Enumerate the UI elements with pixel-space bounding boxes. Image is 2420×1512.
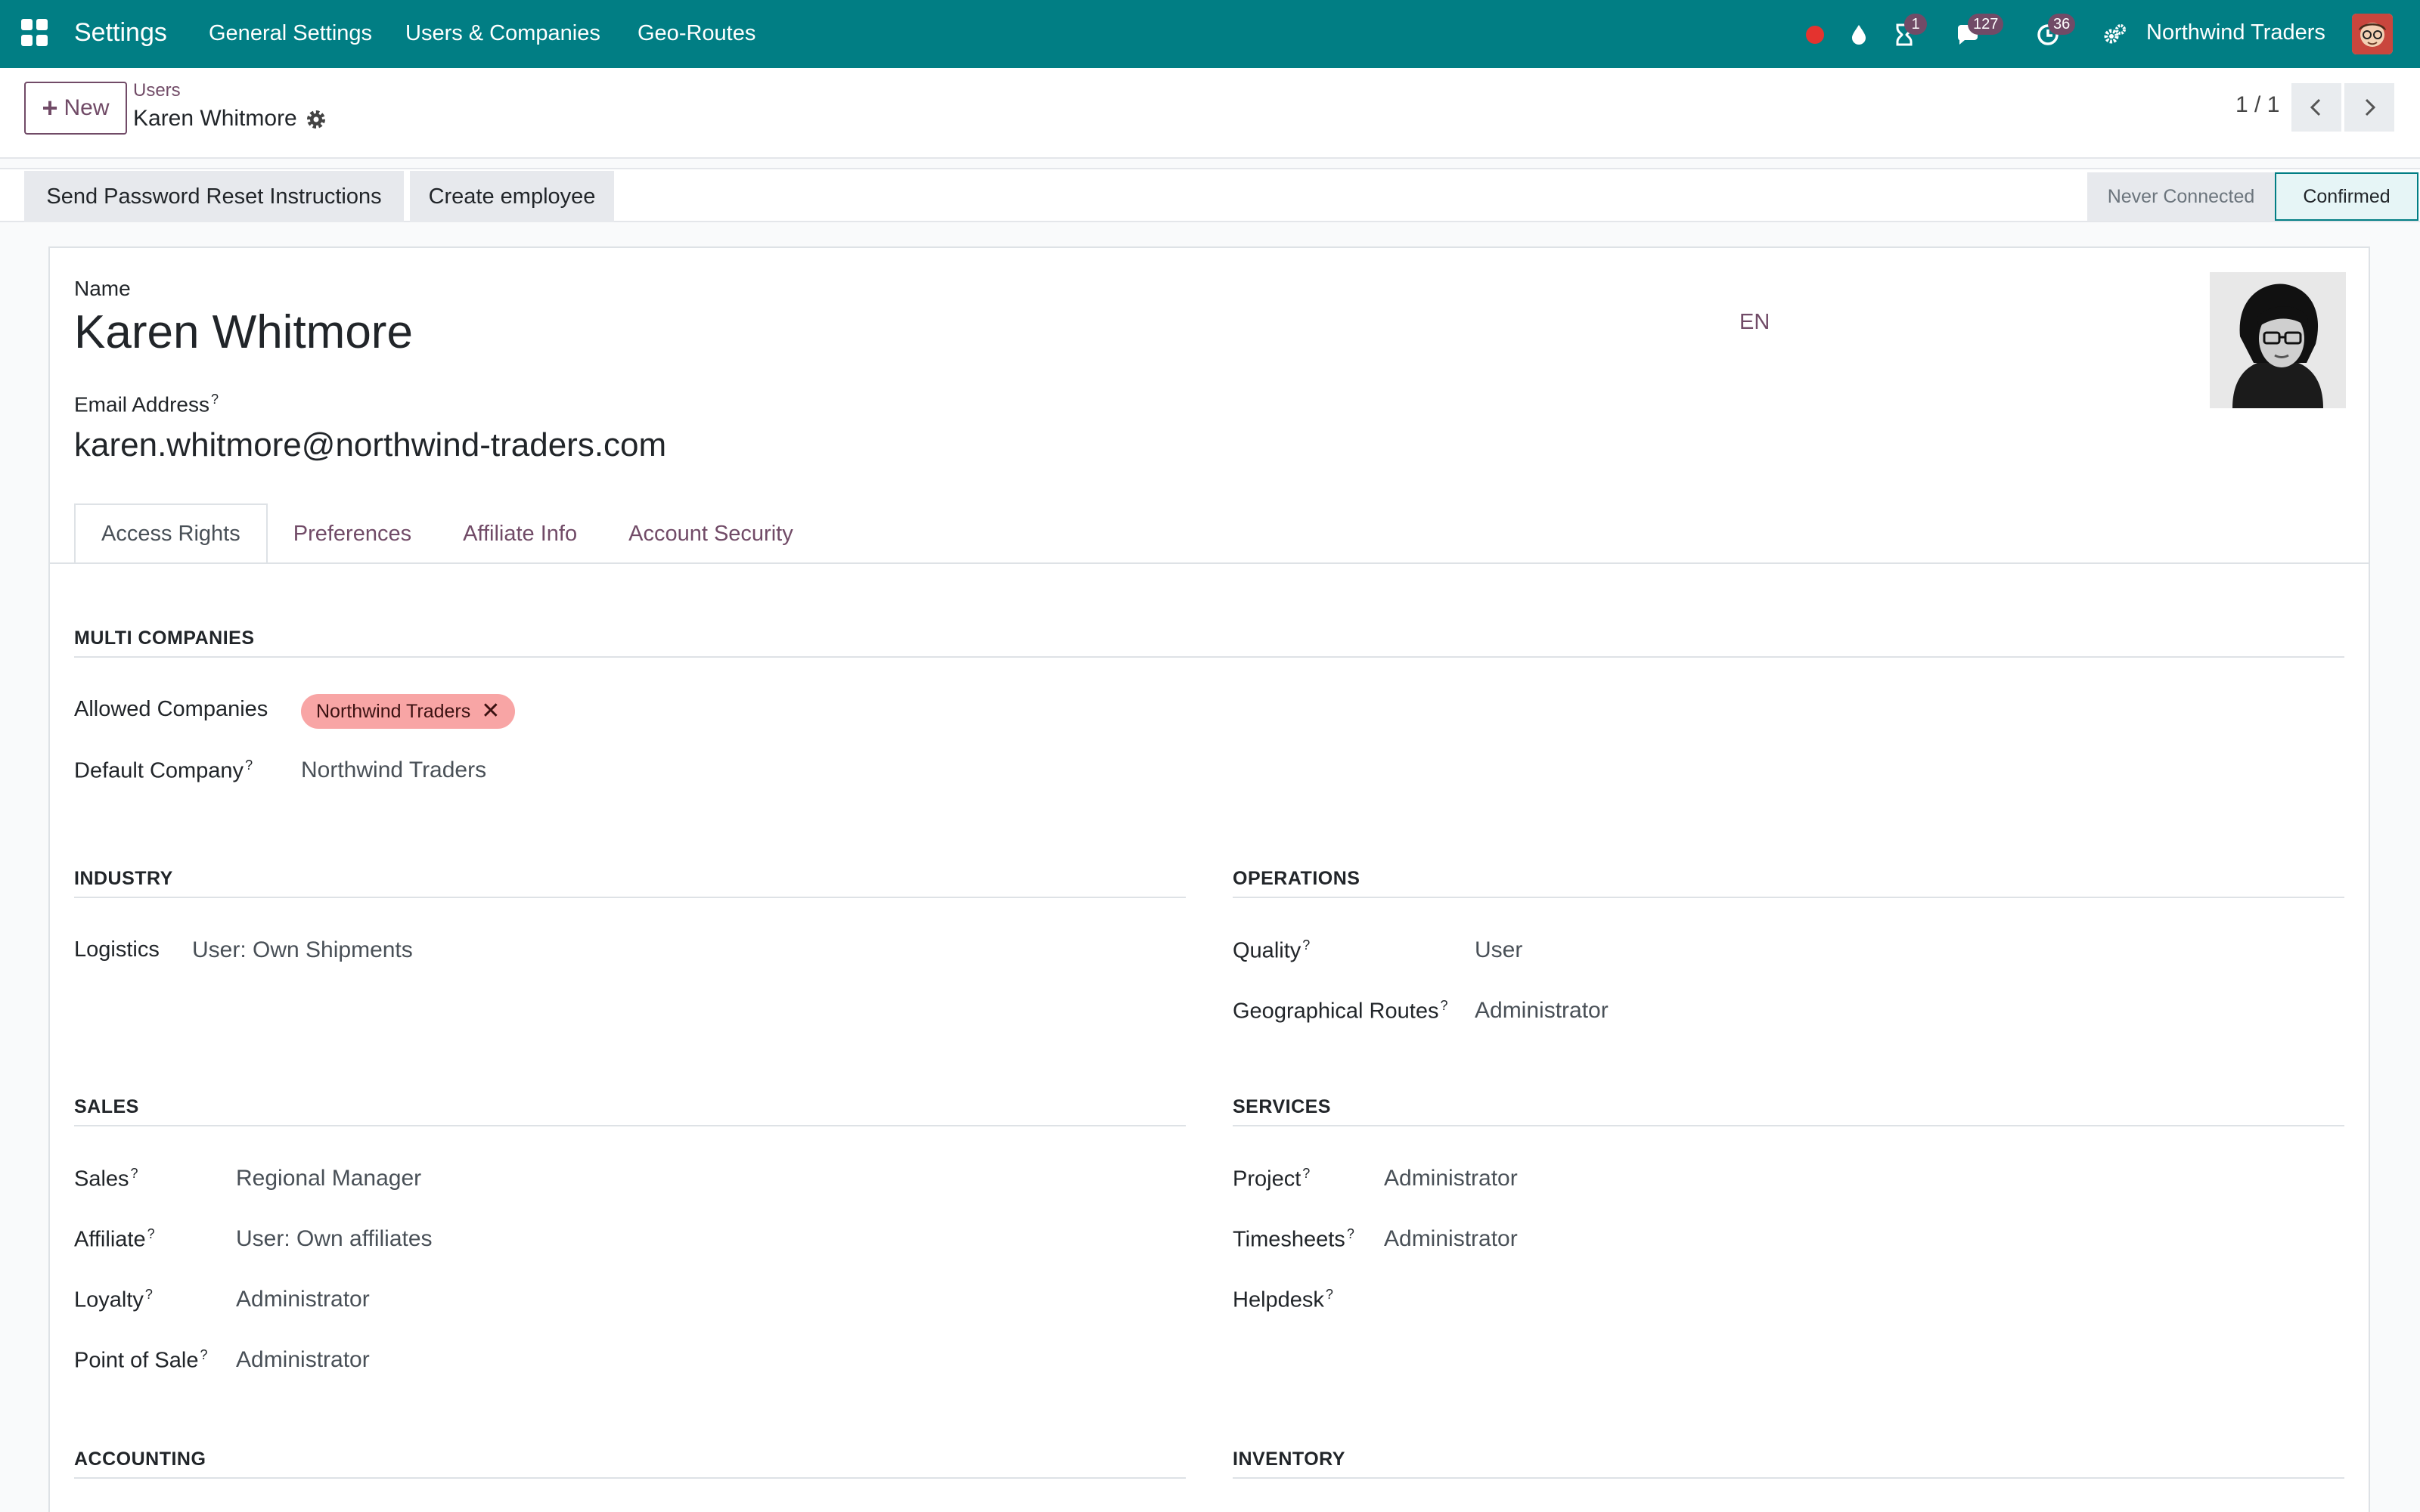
app-title[interactable]: Settings bbox=[74, 18, 167, 48]
section-divider bbox=[1233, 1477, 2344, 1479]
help-tooltip[interactable]: ? bbox=[145, 1287, 153, 1302]
tab-access-rights[interactable]: Access Rights bbox=[74, 503, 268, 564]
logistics-field[interactable]: User: Own Shipments bbox=[192, 937, 413, 963]
gears-icon[interactable] bbox=[2098, 18, 2131, 51]
recording-dot-icon[interactable] bbox=[1798, 18, 1832, 51]
stage-confirmed[interactable]: Confirmed bbox=[2275, 172, 2418, 221]
section-title-accounting: ACCOUNTING bbox=[74, 1448, 206, 1470]
apps-grid-icon[interactable] bbox=[21, 19, 48, 46]
email-label: Email Address? bbox=[74, 392, 219, 417]
tag-label: Northwind Traders bbox=[316, 700, 471, 722]
user-photo[interactable] bbox=[2210, 272, 2346, 408]
allowed-company-tag[interactable]: Northwind Traders ✕ bbox=[301, 694, 516, 729]
timesheets-label: Timesheets? bbox=[1233, 1226, 1354, 1252]
chevron-left-icon bbox=[2310, 98, 2321, 116]
pager-previous-button[interactable] bbox=[2291, 83, 2341, 132]
section-title-multi-companies: MULTI COMPANIES bbox=[74, 627, 255, 649]
geographical-routes-field[interactable]: Administrator bbox=[1475, 998, 1609, 1024]
section-divider bbox=[74, 1125, 1186, 1126]
section-divider bbox=[1233, 1125, 2344, 1126]
new-button-label: New bbox=[64, 95, 110, 120]
hourglass-icon[interactable]: 1 bbox=[1888, 14, 1927, 51]
help-tooltip[interactable]: ? bbox=[211, 392, 219, 407]
drop-icon[interactable] bbox=[1842, 18, 1876, 51]
menu-users-companies[interactable]: Users & Companies bbox=[405, 21, 600, 46]
top-navbar: Settings General Settings Users & Compan… bbox=[0, 0, 2420, 68]
menu-geo-routes[interactable]: Geo-Routes bbox=[638, 21, 755, 46]
quality-field[interactable]: User bbox=[1475, 937, 1522, 963]
gear-icon[interactable] bbox=[304, 107, 328, 132]
section-title-operations: OPERATIONS bbox=[1233, 868, 1360, 889]
language-button[interactable]: EN bbox=[1739, 310, 1770, 335]
affiliate-label: Affiliate? bbox=[74, 1226, 155, 1252]
help-tooltip[interactable]: ? bbox=[131, 1166, 138, 1181]
quality-label: Quality? bbox=[1233, 937, 1311, 963]
pager-next-button[interactable] bbox=[2344, 83, 2394, 132]
geographical-routes-label: Geographical Routes? bbox=[1233, 998, 1448, 1024]
help-tooltip[interactable]: ? bbox=[1440, 998, 1447, 1013]
section-divider bbox=[74, 897, 1186, 898]
send-password-reset-button[interactable]: Send Password Reset Instructions bbox=[24, 171, 404, 222]
name-field[interactable]: Karen Whitmore bbox=[74, 305, 413, 359]
pager-value[interactable]: 1 / 1 bbox=[2235, 92, 2279, 118]
affiliate-field[interactable]: User: Own affiliates bbox=[236, 1226, 433, 1252]
form-sheet: Name Karen Whitmore Email Address? karen… bbox=[48, 246, 2370, 1512]
help-tooltip[interactable]: ? bbox=[1347, 1226, 1354, 1241]
timesheets-field[interactable]: Administrator bbox=[1384, 1226, 1518, 1252]
section-title-sales: SALES bbox=[74, 1096, 139, 1117]
activity-badge: 36 bbox=[2048, 14, 2076, 35]
project-field[interactable]: Administrator bbox=[1384, 1166, 1518, 1191]
loyalty-label: Loyalty? bbox=[74, 1287, 153, 1312]
point-of-sale-field[interactable]: Administrator bbox=[236, 1347, 370, 1373]
help-tooltip[interactable]: ? bbox=[147, 1226, 155, 1241]
loyalty-field[interactable]: Administrator bbox=[236, 1287, 370, 1312]
sales-field[interactable]: Regional Manager bbox=[236, 1166, 421, 1191]
logistics-label: Logistics bbox=[74, 937, 160, 962]
help-tooltip[interactable]: ? bbox=[1302, 1166, 1310, 1181]
menu-general-settings[interactable]: General Settings bbox=[209, 21, 372, 46]
help-tooltip[interactable]: ? bbox=[200, 1347, 207, 1362]
default-company-field[interactable]: Northwind Traders bbox=[301, 758, 486, 783]
help-tooltip[interactable]: ? bbox=[1326, 1287, 1333, 1302]
chat-badge: 127 bbox=[1968, 14, 2004, 35]
notebook-tabs: Access Rights Preferences Affiliate Info… bbox=[74, 503, 819, 564]
section-title-industry: INDUSTRY bbox=[74, 868, 173, 889]
user-avatar[interactable] bbox=[2352, 14, 2393, 54]
tab-divider bbox=[50, 562, 2369, 564]
section-title-inventory: INVENTORY bbox=[1233, 1448, 1345, 1470]
company-switcher[interactable]: Northwind Traders bbox=[2146, 20, 2325, 45]
project-label: Project? bbox=[1233, 1166, 1311, 1191]
plus-icon: + bbox=[42, 92, 58, 123]
helpdesk-label: Helpdesk? bbox=[1233, 1287, 1333, 1312]
activity-clock-icon[interactable]: 36 bbox=[2031, 14, 2076, 51]
section-title-services: SERVICES bbox=[1233, 1096, 1331, 1117]
new-button[interactable]: + New bbox=[24, 82, 127, 135]
stage-never-connected[interactable]: Never Connected bbox=[2087, 172, 2275, 221]
section-divider bbox=[74, 656, 2344, 658]
hourglass-badge: 1 bbox=[1904, 14, 1927, 35]
form-statusbar: Send Password Reset Instructions Create … bbox=[0, 168, 2420, 222]
allowed-companies-label: Allowed Companies bbox=[74, 697, 268, 721]
tab-preferences[interactable]: Preferences bbox=[268, 503, 437, 564]
tab-affiliate-info[interactable]: Affiliate Info bbox=[437, 503, 603, 564]
breadcrumb-users[interactable]: Users bbox=[133, 80, 181, 101]
section-divider bbox=[1233, 897, 2344, 898]
helpdesk-field[interactable] bbox=[1384, 1287, 1611, 1317]
section-divider bbox=[74, 1477, 1186, 1479]
breadcrumb-current-record: Karen Whitmore bbox=[133, 106, 297, 131]
create-employee-button[interactable]: Create employee bbox=[410, 171, 614, 222]
point-of-sale-label: Point of Sale? bbox=[74, 1347, 208, 1373]
help-tooltip[interactable]: ? bbox=[1302, 937, 1310, 953]
control-panel: + New Users Karen Whitmore 1 / 1 bbox=[0, 68, 2420, 159]
default-company-label: Default Company? bbox=[74, 758, 253, 783]
email-field[interactable]: karen.whitmore@northwind-traders.com bbox=[74, 426, 666, 464]
sales-label: Sales? bbox=[74, 1166, 138, 1191]
remove-tag-icon[interactable]: ✕ bbox=[481, 700, 500, 723]
help-tooltip[interactable]: ? bbox=[245, 758, 253, 773]
chevron-right-icon bbox=[2365, 98, 2376, 116]
chat-icon[interactable]: 127 bbox=[1951, 14, 2004, 51]
tab-account-security[interactable]: Account Security bbox=[603, 503, 819, 564]
name-label: Name bbox=[74, 277, 131, 300]
